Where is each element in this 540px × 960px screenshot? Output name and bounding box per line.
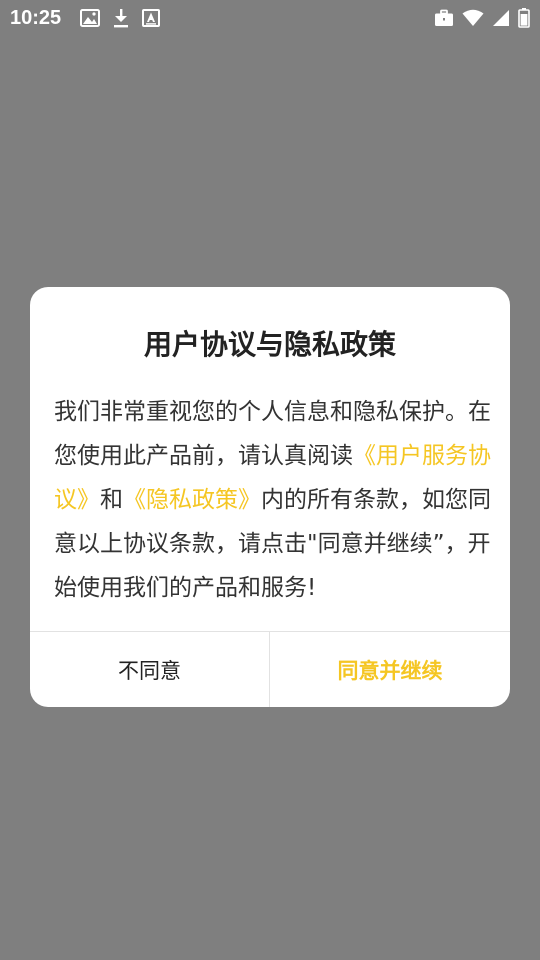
agree-continue-button[interactable]: 同意并继续 <box>270 632 510 707</box>
dialog-body: 我们非常重视您的个人信息和隐私保护。在您使用此产品前，请认真阅读《用户服务协议》… <box>54 390 494 610</box>
wifi-icon <box>462 9 484 27</box>
disagree-button[interactable]: 不同意 <box>30 632 269 707</box>
font-icon <box>142 9 160 27</box>
signal-icon <box>492 9 510 27</box>
download-icon <box>112 8 130 28</box>
image-icon <box>80 9 100 27</box>
status-system-icons <box>434 8 530 28</box>
status-time: 10:25 <box>10 7 62 29</box>
battery-icon <box>518 8 530 28</box>
status-notification-icons <box>80 8 160 28</box>
dialog-title: 用户协议与隐私政策 <box>143 328 396 361</box>
status-bar: 10:25 <box>0 0 540 36</box>
body-text-and: 和 <box>100 487 123 513</box>
briefcase-icon <box>434 9 454 27</box>
privacy-policy-link[interactable]: 《隐私政策》 <box>123 487 261 513</box>
privacy-dialog: 用户协议与隐私政策 我们非常重视您的个人信息和隐私保护。在您使用此产品前，请认真… <box>30 287 510 707</box>
